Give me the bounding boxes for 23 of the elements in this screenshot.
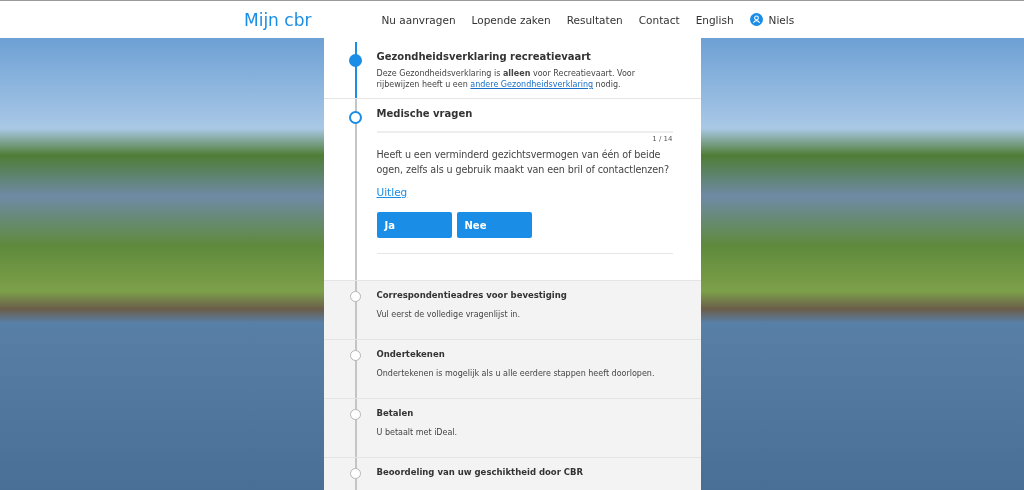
nav-link[interactable]: Lopende zaken — [471, 13, 551, 26]
user-menu[interactable]: Niels — [749, 13, 795, 26]
step-title: Medische vragen — [376, 108, 474, 119]
nav-link[interactable]: English — [695, 13, 734, 26]
step-description: U betaalt met iDeal. — [376, 427, 459, 438]
question-text: Heeft u een verminderd gezichtsvermogen van één of beide ogen, zelfs als u gebruik maakt van een bril of contactlenzen? — [376, 148, 670, 177]
step-description: Ondertekenen is mogelijk als u alle eerdere stappen heeft doorlopen. — [376, 368, 656, 379]
answer-button[interactable]: Ja — [376, 212, 452, 238]
step-title: Betalen — [376, 408, 415, 418]
logo[interactable]: Mijn cbr — [244, 9, 312, 30]
user-icon — [749, 13, 763, 26]
nav-link[interactable]: Contact — [638, 13, 680, 26]
answer-button[interactable]: Nee — [456, 212, 532, 238]
step-description: Deze Gezondheidsverklaring is alleen voor Recreatievaart. Voor rijbewijzen heeft u een andere Gezondheidsverklaring nodig. — [376, 68, 636, 90]
link[interactable]: andere Gezondheidsverklaring — [470, 80, 594, 89]
step-title: Ondertekenen — [376, 349, 446, 359]
step-description: Vul eerst de volledige vragenlijst in. — [376, 309, 521, 320]
step-title: Beoordeling van uw geschiktheid door CBR — [376, 467, 585, 477]
nav-link[interactable]: Nu aanvragen — [381, 13, 456, 26]
help-link[interactable]: Uitleg — [376, 186, 408, 198]
nav-link[interactable]: Resultaten — [566, 13, 623, 26]
step-title: Gezondheidsverklaring recreatievaart — [376, 51, 592, 62]
step-title: Correspondentieadres voor bevestiging — [376, 290, 568, 300]
